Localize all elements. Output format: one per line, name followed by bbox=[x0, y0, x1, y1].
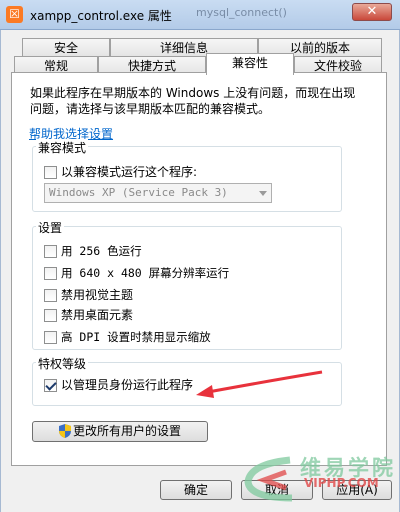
compat-mode-label: 以兼容模式运行这个程序: bbox=[61, 165, 198, 179]
checkbox[interactable] bbox=[44, 288, 57, 302]
uac-shield-icon bbox=[58, 424, 71, 438]
xampp-app-icon: ☒ bbox=[6, 6, 23, 23]
ok-button[interactable]: 确定 bbox=[160, 480, 232, 500]
compat-os-value: Windows XP (Service Pack 3) bbox=[49, 186, 228, 199]
setting-640x480[interactable]: 用 640 x 480 屏幕分辨率运行 bbox=[44, 266, 229, 280]
window-titlebar: ☒ xampp_control.exe 属性 mysql_connect() ✕ bbox=[0, 0, 400, 30]
run-as-admin-checkbox[interactable] bbox=[44, 378, 57, 392]
compat-mode-checkbox[interactable] bbox=[44, 165, 57, 179]
window-title: xampp_control.exe 属性 bbox=[30, 9, 172, 23]
setting-label: 用 640 x 480 屏幕分辨率运行 bbox=[61, 266, 230, 280]
compatibility-description: 如果此程序在早期版本的 Windows 上没有问题，而现在出现问题，请选择与该早… bbox=[30, 86, 356, 116]
checkbox[interactable] bbox=[44, 308, 57, 322]
compat-mode-checkbox-row[interactable]: 以兼容模式运行这个程序: bbox=[44, 165, 197, 179]
run-as-admin-label: 以管理员身份运行此程序 bbox=[61, 378, 194, 392]
setting-label: 用 256 色运行 bbox=[61, 244, 142, 258]
viphp-logo-icon bbox=[244, 456, 293, 502]
settings-title: 设置 bbox=[36, 219, 65, 236]
checkbox[interactable] bbox=[44, 266, 57, 280]
checkbox[interactable] bbox=[44, 330, 57, 344]
background-window-title: mysql_connect() bbox=[196, 6, 287, 19]
setting-disable-desktop-composition[interactable]: 禁用桌面元素 bbox=[44, 308, 133, 322]
run-as-admin-row[interactable]: 以管理员身份运行此程序 bbox=[44, 378, 193, 392]
change-all-users-label: 更改所有用户的设置 bbox=[72, 424, 181, 438]
setting-label: 高 DPI 设置时禁用显示缩放 bbox=[61, 330, 211, 344]
compat-mode-title: 兼容模式 bbox=[36, 139, 89, 156]
setting-disable-visual-themes[interactable]: 禁用视觉主题 bbox=[44, 288, 133, 302]
close-window-button[interactable]: ✕ bbox=[352, 3, 392, 21]
setting-disable-dpi-scaling[interactable]: 高 DPI 设置时禁用显示缩放 bbox=[44, 330, 211, 344]
red-annotation-arrow bbox=[196, 370, 323, 398]
setting-256-color[interactable]: 用 256 色运行 bbox=[44, 244, 142, 258]
setting-label: 禁用桌面元素 bbox=[61, 308, 134, 322]
privilege-level-title: 特权等级 bbox=[36, 355, 89, 372]
chevron-down-icon bbox=[259, 191, 267, 196]
compat-os-select[interactable]: Windows XP (Service Pack 3) bbox=[44, 183, 272, 203]
checkbox[interactable] bbox=[44, 244, 57, 258]
tab-security[interactable]: 安全 bbox=[22, 38, 110, 57]
change-all-users-button[interactable]: 更改所有用户的设置 bbox=[32, 421, 208, 442]
watermark-url: VIPHP.COM bbox=[304, 476, 379, 490]
setting-label: 禁用视觉主题 bbox=[61, 288, 134, 302]
tab-compatibility[interactable]: 兼容性 bbox=[206, 53, 294, 75]
